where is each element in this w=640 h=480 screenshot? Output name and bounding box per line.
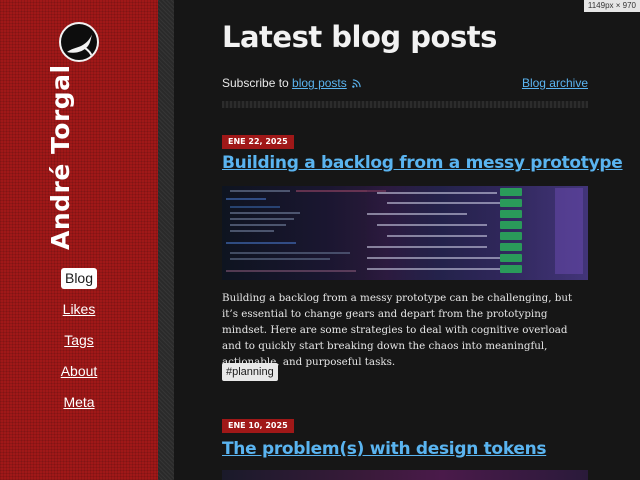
viewport-size-hint: 1149px × 970 [583,0,640,12]
post-date-badge: ENE 22, 2025 [222,135,294,149]
post-excerpt: Building a backlog from a messy prototyp… [222,292,573,368]
sidebar: André Torgal Blog Likes Tags About Meta [0,0,158,480]
subscribe-line: Subscribe to blog posts [222,76,361,90]
divider [222,101,588,108]
site-name[interactable]: André Torgal [46,64,75,250]
tag-planning[interactable]: #planning [222,363,278,381]
blog-posts-feed-link[interactable]: blog posts [292,76,347,90]
post-title-link[interactable]: Building a backlog from a messy prototyp… [222,153,623,173]
rss-icon [352,79,361,88]
nav-item-about[interactable]: About [57,361,102,382]
nav-item-meta[interactable]: Meta [59,392,98,413]
post-title-link[interactable]: The problem(s) with design tokens [222,439,547,459]
main-nav: Blog Likes Tags About Meta [0,268,158,423]
nav-item-tags[interactable]: Tags [60,330,98,351]
nav-item-likes[interactable]: Likes [59,299,100,320]
page-title: Latest blog posts [222,20,497,54]
nav-item-blog[interactable]: Blog [60,268,98,289]
post-cover-image[interactable] [222,470,588,480]
subscribe-prefix: Subscribe to [222,76,289,90]
post-cover-image[interactable] [222,186,588,280]
cover-image-table-region [367,186,588,280]
blog-archive-link[interactable]: Blog archive [522,76,588,90]
seagull-logo-icon[interactable] [59,22,99,62]
post-date-badge: ENE 10, 2025 [222,419,294,433]
sidebar-edge [158,0,174,480]
